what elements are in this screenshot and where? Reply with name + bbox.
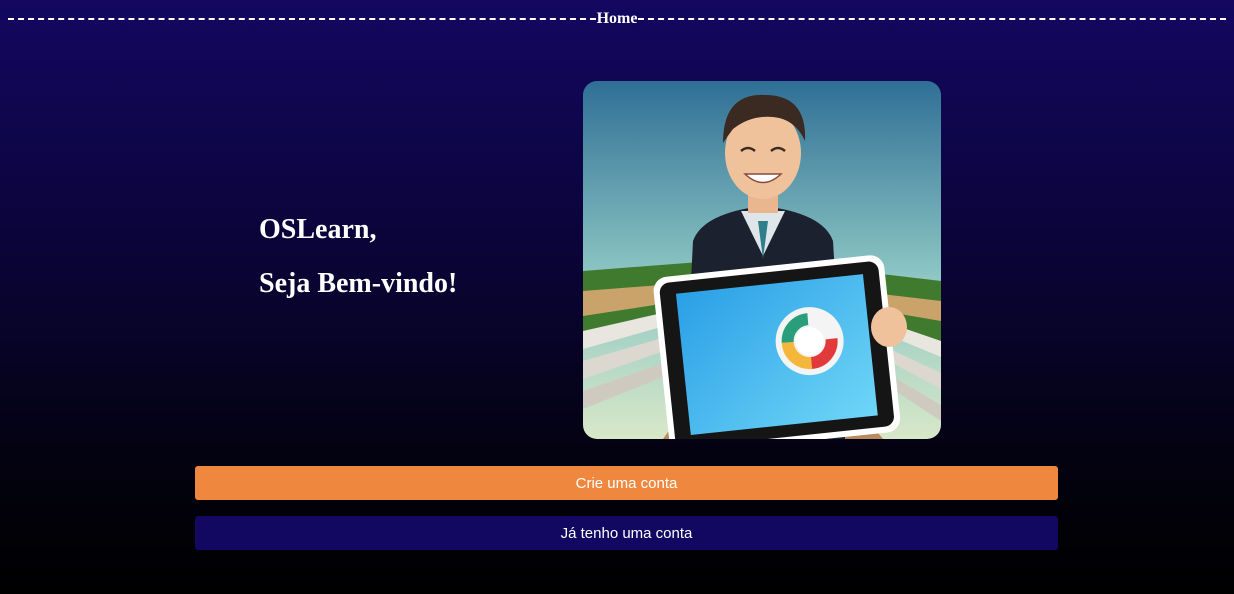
welcome-message: OSLearn, Seja Bem-vindo! [259, 214, 559, 300]
header-dashed-line-right [638, 18, 1226, 20]
page-title: Home [596, 10, 638, 27]
header-dashed-line-left [8, 18, 596, 20]
welcome-heading: Seja Bem-vindo! [259, 268, 458, 299]
login-button[interactable]: Já tenho uma conta [195, 516, 1058, 550]
hero-illustration-icon [583, 81, 941, 439]
page-header: Home [8, 10, 1226, 28]
app-name-heading: OSLearn, [259, 214, 377, 245]
hero-image [583, 81, 941, 439]
create-account-button[interactable]: Crie uma conta [195, 466, 1058, 500]
